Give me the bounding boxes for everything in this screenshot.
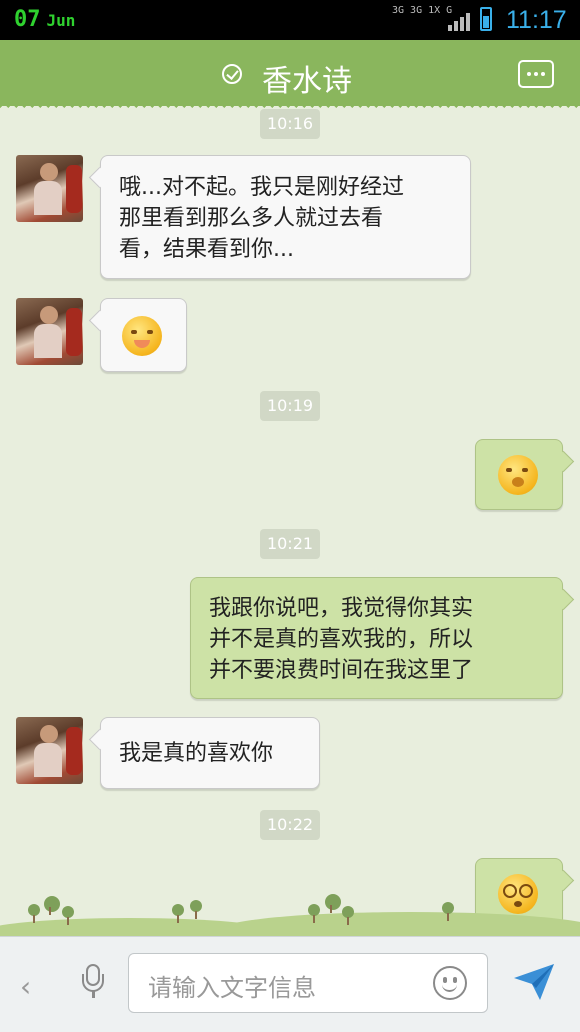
network-indicator: 3G 3G 1X G xyxy=(392,5,453,16)
message-line: 看，结果看到你... xyxy=(119,237,294,262)
message-line: 我是真的喜欢你 xyxy=(119,741,274,766)
signal-icon xyxy=(448,12,472,31)
background-scenery xyxy=(0,894,580,948)
outgoing-message-bubble[interactable] xyxy=(475,439,563,510)
smiley-icon[interactable] xyxy=(433,966,467,1000)
timestamp: 10:21 xyxy=(260,529,320,559)
outgoing-message-bubble[interactable]: 我跟你说吧，我觉得你其实 并不是真的喜欢我的，所以 并不要浪费时间在我这里了 xyxy=(190,577,563,699)
message-line: 并不是真的喜欢我的，所以 xyxy=(209,627,474,652)
contact-avatar[interactable] xyxy=(16,298,83,365)
incoming-message-bubble[interactable]: 哦...对不起。我只是刚好经过 那里看到那么多人就过去看 看，结果看到你... xyxy=(100,155,471,279)
message-input-placeholder: 请输入文字信息 xyxy=(148,974,316,1002)
microphone-icon[interactable] xyxy=(82,964,104,998)
send-icon[interactable] xyxy=(512,962,556,1002)
status-bar xyxy=(0,0,580,40)
thinking-face-emoji xyxy=(498,455,538,495)
contact-avatar[interactable] xyxy=(16,717,83,784)
status-time: 11:17 xyxy=(506,6,567,34)
contact-avatar[interactable] xyxy=(16,155,83,222)
message-line: 并不要浪费时间在我这里了 xyxy=(209,658,474,683)
incoming-message-bubble[interactable] xyxy=(100,298,187,372)
status-date: 07 Jun xyxy=(14,7,75,32)
incoming-message-bubble[interactable]: 我是真的喜欢你 xyxy=(100,717,320,789)
chevron-left-icon[interactable]: ‹ xyxy=(20,970,31,1003)
status-month: Jun xyxy=(46,11,76,30)
contact-name: 香水诗 xyxy=(262,64,352,99)
message-line: 哦...对不起。我只是刚好经过 xyxy=(119,175,404,200)
timestamp: 10:16 xyxy=(260,109,320,139)
shy-face-emoji xyxy=(122,316,162,356)
status-day: 07 xyxy=(14,7,41,32)
battery-icon xyxy=(480,7,492,31)
message-line: 我跟你说吧，我觉得你其实 xyxy=(209,596,474,621)
timestamp: 10:22 xyxy=(260,810,320,840)
message-line: 那里看到那么多人就过去看 xyxy=(119,206,384,231)
timestamp: 10:19 xyxy=(260,391,320,421)
check-circle-icon xyxy=(222,64,242,84)
more-button[interactable] xyxy=(518,60,554,88)
